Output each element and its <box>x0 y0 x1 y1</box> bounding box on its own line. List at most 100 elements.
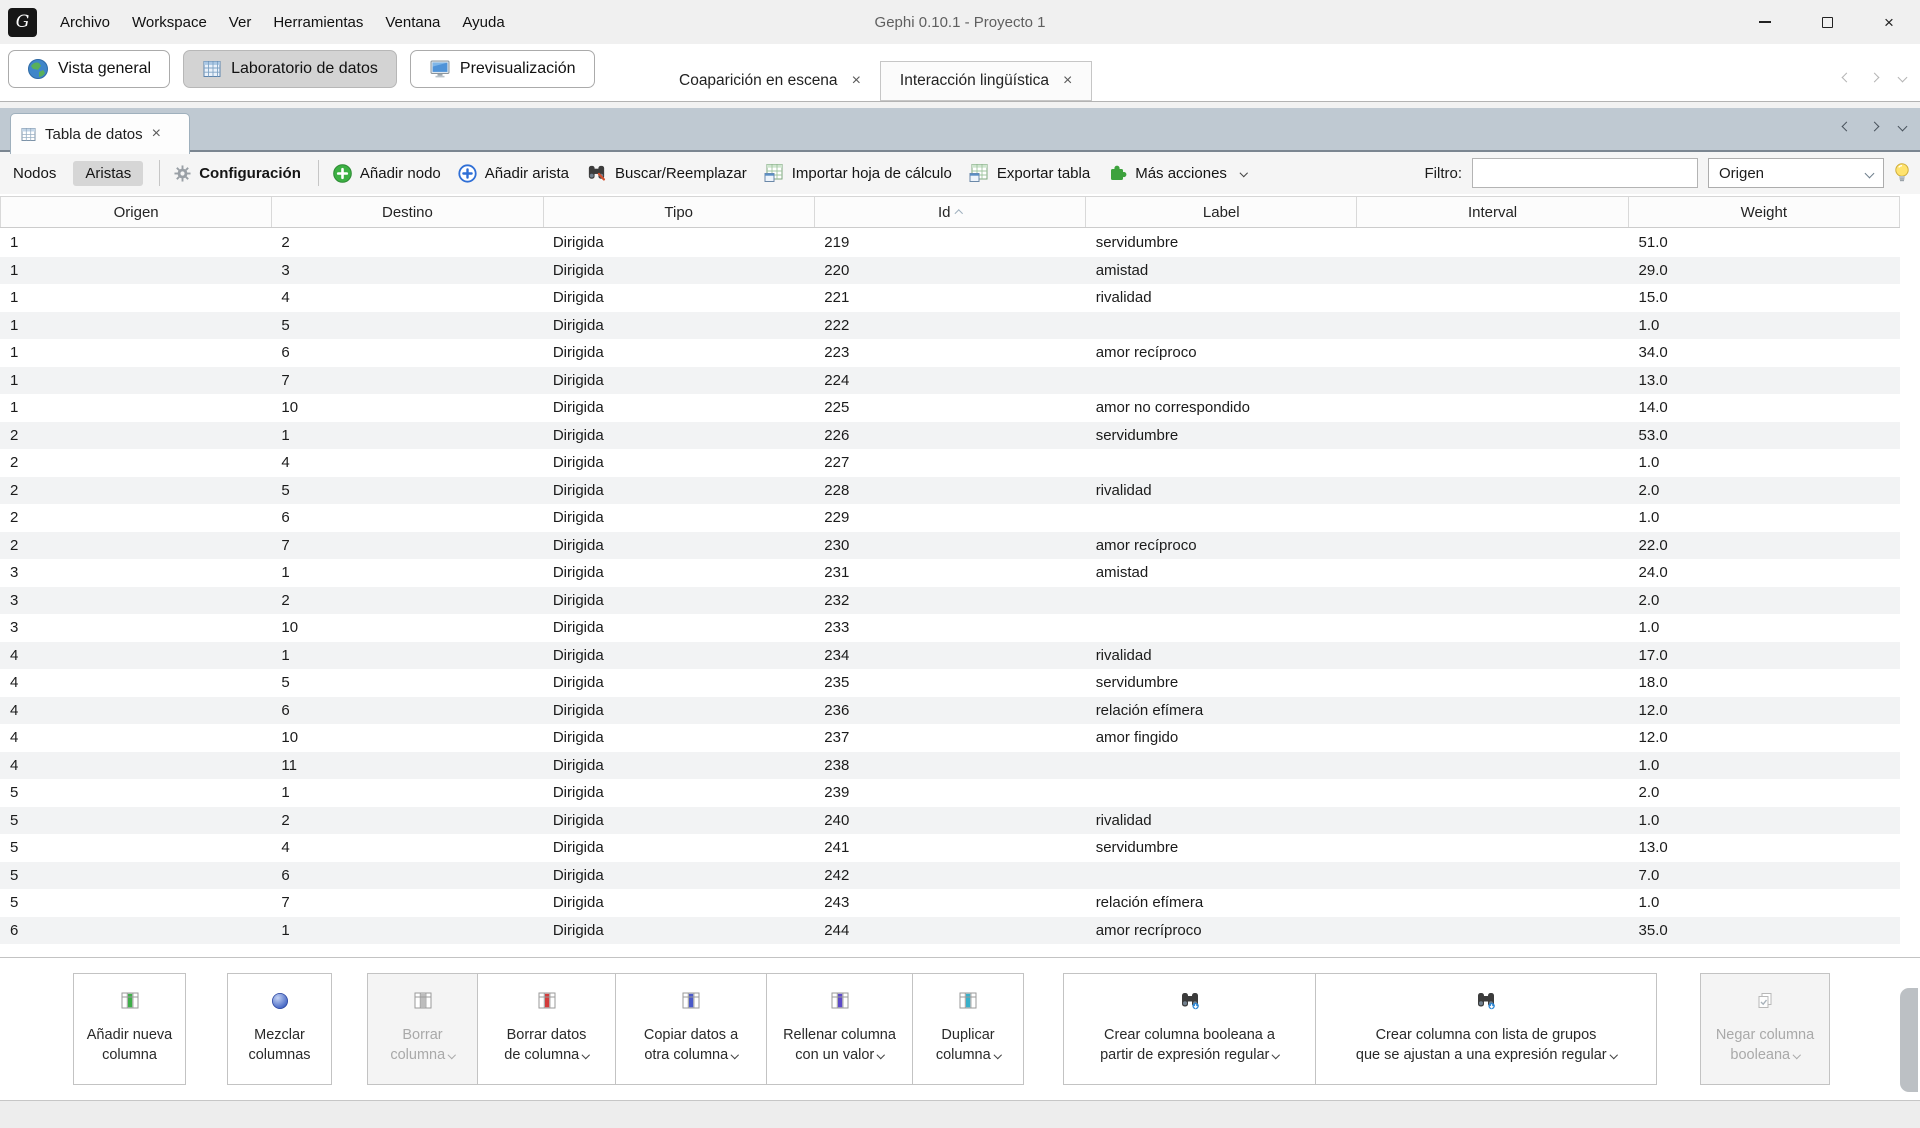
table-row[interactable]: 26Dirigida2291.0 <box>0 504 1900 532</box>
view-bar: Vista general Laboratorio de datos Previsu… <box>0 44 1920 101</box>
tab-list-icon[interactable] <box>1898 73 1908 83</box>
column-header-weight[interactable]: Weight <box>1629 197 1900 227</box>
restore-button[interactable] <box>1796 0 1858 44</box>
menu-ver[interactable]: Ver <box>218 8 263 37</box>
scrollbar-thumb[interactable] <box>1900 988 1918 1092</box>
table-row[interactable]: 54Dirigida241servidumbre13.0 <box>0 834 1900 862</box>
table-cell: 1 <box>0 229 271 257</box>
table-cell: 14.0 <box>1629 394 1900 422</box>
table-cell: 2 <box>0 422 271 450</box>
table-cell: 232 <box>814 587 1085 615</box>
table-row[interactable]: 52Dirigida240rivalidad1.0 <box>0 807 1900 835</box>
filter-column-select[interactable]: Origen <box>1708 158 1884 188</box>
action-label: Crear columna con lista de grupos <box>1376 1026 1597 1046</box>
action-copiar-datos-a-otra-columna[interactable]: Copiar datos aotra columna <box>616 973 767 1085</box>
column-header-origen[interactable]: Origen <box>0 197 272 227</box>
table-row[interactable]: 57Dirigida243relación efímera1.0 <box>0 889 1900 917</box>
view-button-previsualizaci-n[interactable]: Previsualización <box>410 50 595 88</box>
view-button-laboratorio-de-datos[interactable]: Laboratorio de datos <box>183 50 397 88</box>
column-header-id[interactable]: Id <box>815 197 1086 227</box>
table-row[interactable]: 56Dirigida2427.0 <box>0 862 1900 890</box>
lightbulb-icon[interactable] <box>1894 162 1910 185</box>
table-row[interactable]: 24Dirigida2271.0 <box>0 449 1900 477</box>
close-tab-icon[interactable]: × <box>852 73 861 89</box>
scroll-left-icon[interactable] <box>1842 122 1852 132</box>
table-cell: amor no correspondido <box>1086 394 1357 422</box>
action-añadir-nueva-columna[interactable]: Añadir nuevacolumna <box>73 973 186 1085</box>
search-replace-button[interactable]: Buscar/Reemplazar <box>586 163 747 183</box>
menu-herramientas[interactable]: Herramientas <box>262 8 374 37</box>
table-row[interactable]: 110Dirigida225amor no correspondido14.0 <box>0 394 1900 422</box>
window-controls: × <box>1734 0 1920 44</box>
table-row[interactable]: 51Dirigida2392.0 <box>0 779 1900 807</box>
table-row[interactable]: 411Dirigida2381.0 <box>0 752 1900 780</box>
action-crear-columna-booleana-a-partir-de-expresión-regular[interactable]: Crear columna booleana apartir de expres… <box>1063 973 1316 1085</box>
menu-ventana[interactable]: Ventana <box>374 8 451 37</box>
table-row[interactable]: 27Dirigida230amor recíproco22.0 <box>0 532 1900 560</box>
table-row[interactable]: 41Dirigida234rivalidad17.0 <box>0 642 1900 670</box>
close-button[interactable]: × <box>1858 0 1920 44</box>
minimize-button[interactable] <box>1734 0 1796 44</box>
table-cell: 12.0 <box>1629 697 1900 725</box>
table-row[interactable]: 61Dirigida244amor recríproco35.0 <box>0 917 1900 945</box>
add-node-button[interactable]: Añadir nodo <box>333 164 441 183</box>
column-header-tipo[interactable]: Tipo <box>544 197 815 227</box>
tab-list-icon[interactable] <box>1898 122 1908 132</box>
menu-archivo[interactable]: Archivo <box>49 8 121 37</box>
table-cell <box>1086 367 1357 395</box>
table-cell: 219 <box>814 229 1085 257</box>
table-cell: 2 <box>0 477 271 505</box>
table-row[interactable]: 16Dirigida223amor recíproco34.0 <box>0 339 1900 367</box>
table-row[interactable]: 46Dirigida236relación efímera12.0 <box>0 697 1900 725</box>
table-cell: 6 <box>271 862 542 890</box>
table-cell: 234 <box>814 642 1085 670</box>
column-header-interval[interactable]: Interval <box>1357 197 1628 227</box>
table-row[interactable]: 31Dirigida231amistad24.0 <box>0 559 1900 587</box>
more-actions-button[interactable]: Más acciones <box>1107 163 1246 183</box>
table-row[interactable]: 25Dirigida228rivalidad2.0 <box>0 477 1900 505</box>
scroll-right-icon[interactable] <box>1870 73 1880 83</box>
import-spreadsheet-button[interactable]: Importar hoja de cálculo <box>764 163 952 183</box>
add-column-icon <box>119 989 141 1013</box>
table-row[interactable]: 13Dirigida220amistad29.0 <box>0 257 1900 285</box>
table-row[interactable]: 310Dirigida2331.0 <box>0 614 1900 642</box>
close-tab-icon[interactable]: × <box>152 126 161 142</box>
menu-workspace[interactable]: Workspace <box>121 8 218 37</box>
table-cell <box>1357 917 1628 945</box>
action-mezclar-columnas[interactable]: Mezclarcolumnas <box>227 973 332 1085</box>
view-button-vista-general[interactable]: Vista general <box>8 50 170 88</box>
workspace-tab-nav <box>1843 74 1906 81</box>
action-rellenar-columna-con-un-valor[interactable]: Rellenar columnacon un valor <box>767 973 913 1085</box>
filter-input[interactable] <box>1472 158 1698 188</box>
table-row[interactable]: 410Dirigida237amor fingido12.0 <box>0 724 1900 752</box>
action-label: otra columna <box>644 1046 737 1066</box>
workspace-tab[interactable]: Coaparición en escena× <box>660 61 880 101</box>
table-row[interactable]: 21Dirigida226servidumbre53.0 <box>0 422 1900 450</box>
add-edge-button[interactable]: Añadir arista <box>458 164 569 183</box>
nodes-toggle[interactable]: Nodos <box>13 165 56 182</box>
action-label: Negar columna <box>1716 1026 1814 1046</box>
action-crear-columna-con-lista-de-grupos-que-se-ajustan-a-una-expresión-regular[interactable]: Crear columna con lista de gruposque se … <box>1316 973 1657 1085</box>
table-row[interactable]: 12Dirigida219servidumbre51.0 <box>0 229 1900 257</box>
table-row[interactable]: 45Dirigida235servidumbre18.0 <box>0 669 1900 697</box>
table-row[interactable]: 32Dirigida2322.0 <box>0 587 1900 615</box>
edges-toggle[interactable]: Aristas <box>73 161 143 186</box>
scroll-right-icon[interactable] <box>1870 122 1880 132</box>
scroll-left-icon[interactable] <box>1842 73 1852 83</box>
action-borrar-datos-de-columna[interactable]: Borrar datosde columna <box>478 973 616 1085</box>
table-cell: 225 <box>814 394 1085 422</box>
export-table-button[interactable]: Exportar tabla <box>969 163 1090 183</box>
workspace-tab[interactable]: Interacción lingüística× <box>880 61 1092 101</box>
column-header-destino[interactable]: Destino <box>272 197 543 227</box>
menu-ayuda[interactable]: Ayuda <box>451 8 515 37</box>
tab-tabla-de-datos[interactable]: Tabla de datos × <box>10 113 190 154</box>
action-duplicar-columna[interactable]: Duplicarcolumna <box>913 973 1024 1085</box>
close-tab-icon[interactable]: × <box>1063 73 1072 89</box>
table-row[interactable]: 14Dirigida221rivalidad15.0 <box>0 284 1900 312</box>
panel-tab-label: Tabla de datos <box>45 126 143 143</box>
table-cell: 13.0 <box>1629 834 1900 862</box>
column-header-label[interactable]: Label <box>1086 197 1357 227</box>
configuration-button[interactable]: Configuración <box>174 165 301 182</box>
table-row[interactable]: 17Dirigida22413.0 <box>0 367 1900 395</box>
table-row[interactable]: 15Dirigida2221.0 <box>0 312 1900 340</box>
